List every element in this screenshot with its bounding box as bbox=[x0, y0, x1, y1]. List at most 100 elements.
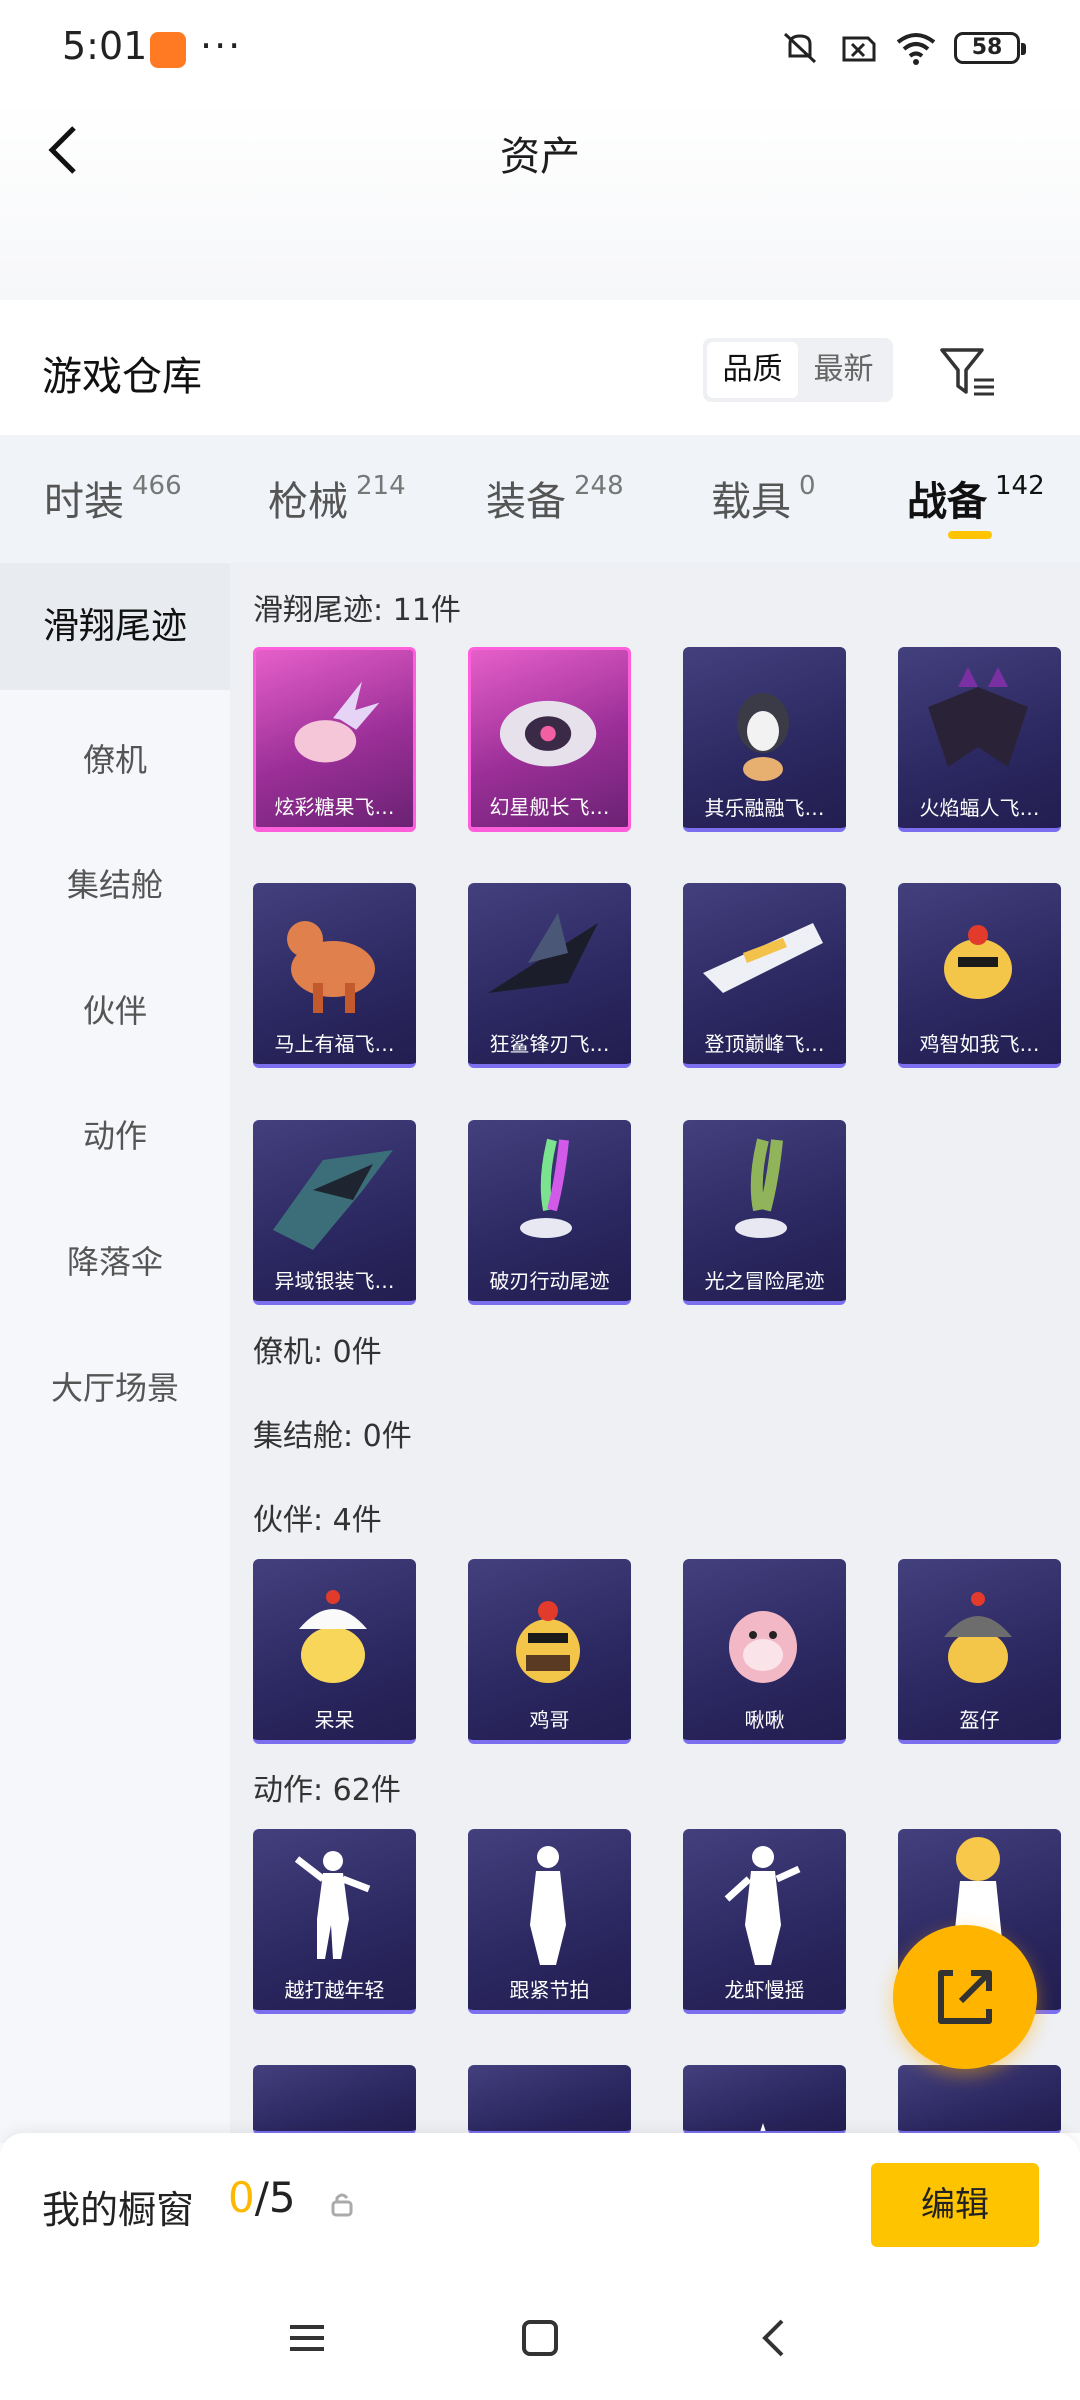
item-name: 鸡哥 bbox=[529, 1708, 570, 1732]
section-title-emote: 动作: 62件 bbox=[253, 1773, 401, 1808]
showcase-bar: 我的橱窗 0/5 编辑 bbox=[0, 2133, 1080, 2273]
showcase-current: 0 bbox=[228, 2173, 255, 2222]
sidebar-item-emote[interactable]: 动作 bbox=[0, 1111, 230, 1157]
status-icons: 58 bbox=[780, 30, 1026, 66]
item-card[interactable] bbox=[468, 2065, 631, 2133]
tab-label: 载具 bbox=[711, 479, 791, 525]
item-card[interactable]: 异域银装飞… bbox=[253, 1120, 416, 1305]
item-name: 炫彩糖果飞… bbox=[274, 795, 395, 819]
sidebar-item-partner[interactable]: 伙伴 bbox=[0, 986, 230, 1032]
emote-image bbox=[253, 2065, 416, 2133]
system-nav-bar bbox=[0, 2273, 1080, 2400]
item-name: 其乐融融飞… bbox=[704, 796, 825, 820]
item-name: 光之冒险尾迹 bbox=[704, 1269, 825, 1293]
item-name: 啾啾 bbox=[744, 1708, 785, 1732]
tab-label: 枪械 bbox=[268, 479, 348, 525]
item-name: 马上有福飞… bbox=[274, 1032, 395, 1056]
item-name: 幻星舰长飞… bbox=[489, 795, 610, 819]
menu-icon[interactable] bbox=[282, 2313, 332, 2363]
item-card[interactable]: 马上有福飞… bbox=[253, 883, 416, 1068]
mute-icon bbox=[783, 32, 817, 64]
tab-label: 装备 bbox=[486, 479, 566, 525]
beat-emote-image bbox=[530, 1846, 566, 1965]
more-notifications-icon: ··· bbox=[200, 24, 243, 68]
item-card[interactable]: 啾啾 bbox=[683, 1559, 846, 1744]
captain-glider-image bbox=[499, 700, 597, 767]
item-card[interactable]: 鸡智如我飞… bbox=[898, 883, 1061, 1068]
section-title-partner: 伙伴: 4件 bbox=[253, 1503, 382, 1538]
item-card[interactable]: 狂鲨锋刃飞… bbox=[468, 883, 631, 1068]
daidai-partner-image bbox=[299, 1590, 367, 1683]
tab-label: 战备 bbox=[907, 479, 987, 525]
home-icon[interactable] bbox=[515, 2313, 565, 2363]
item-card[interactable]: 跟紧节拍 bbox=[468, 1829, 631, 2014]
active-tab-indicator bbox=[948, 531, 992, 539]
app-notification-icon bbox=[150, 32, 186, 68]
tab-fashion[interactable]: 时装 466 bbox=[44, 469, 182, 527]
item-name: 鸡智如我飞… bbox=[919, 1032, 1040, 1056]
item-card[interactable]: 鸡哥 bbox=[468, 1559, 631, 1744]
chicken-glider-image bbox=[944, 925, 1012, 999]
item-card[interactable]: 盔仔 bbox=[898, 1559, 1061, 1744]
item-card[interactable]: 其乐融融飞… bbox=[683, 647, 846, 832]
section-title-wingman: 僚机: 0件 bbox=[253, 1335, 382, 1370]
section-title-glide: 滑翔尾迹: 11件 bbox=[253, 593, 461, 628]
warehouse-header: 游戏仓库 品质 最新 bbox=[0, 300, 1080, 435]
item-name: 跟紧节拍 bbox=[509, 1978, 590, 2002]
tab-count: 142 bbox=[995, 471, 1045, 501]
item-grid-area: 滑翔尾迹: 11件 炫彩糖果飞… 幻星舰长飞… 其乐融融飞… 火焰蝠人飞… 马上… bbox=[230, 563, 1080, 2133]
showcase-label: 我的橱窗 bbox=[42, 2188, 195, 2232]
bat-hero-glider-image bbox=[928, 667, 1028, 767]
item-card[interactable] bbox=[683, 2065, 846, 2133]
emote-image bbox=[898, 2065, 1061, 2133]
status-time: 5:01 bbox=[62, 24, 148, 68]
sort-newest-button[interactable]: 最新 bbox=[798, 342, 889, 398]
tab-equipment[interactable]: 装备 248 bbox=[486, 469, 624, 527]
emote-image bbox=[760, 2123, 766, 2131]
sidebar-item-wingman[interactable]: 僚机 bbox=[0, 735, 230, 781]
item-card[interactable]: 火焰蝠人飞… bbox=[898, 647, 1061, 832]
item-card[interactable]: 幻星舰长飞… bbox=[468, 647, 631, 832]
sidebar-item-parachute[interactable]: 降落伞 bbox=[0, 1237, 230, 1283]
jige-partner-image bbox=[516, 1601, 580, 1683]
share-icon[interactable] bbox=[893, 1925, 1037, 2069]
tab-count: 214 bbox=[356, 471, 406, 501]
item-name: 盔仔 bbox=[959, 1708, 1000, 1732]
item-card[interactable]: 破刃行动尾迹 bbox=[468, 1120, 631, 1305]
tab-label: 时装 bbox=[44, 479, 124, 525]
tab-count: 0 bbox=[799, 471, 816, 501]
item-card[interactable]: 登顶巅峰飞… bbox=[683, 883, 846, 1068]
section-title-pod: 集结舱: 0件 bbox=[253, 1419, 412, 1454]
category-tabs: 时装 466 枪械 214 装备 248 载具 0 战备 142 bbox=[0, 435, 1080, 563]
sort-quality-button[interactable]: 品质 bbox=[707, 342, 798, 398]
sidebar-item-pod[interactable]: 集结舱 bbox=[0, 860, 230, 906]
item-card[interactable]: 炫彩糖果飞… bbox=[253, 647, 416, 832]
blade-trail-image bbox=[520, 1138, 572, 1238]
sidebar-item-lobby[interactable]: 大厅场景 bbox=[0, 1363, 230, 1409]
lock-icon bbox=[331, 2193, 353, 2217]
item-card[interactable]: 光之冒险尾迹 bbox=[683, 1120, 846, 1305]
showcase-count: 0/5 bbox=[228, 2173, 296, 2222]
item-card[interactable]: 越打越年轻 bbox=[253, 1829, 416, 2014]
item-card[interactable] bbox=[253, 2065, 416, 2133]
tab-vehicles[interactable]: 载具 0 bbox=[711, 469, 816, 527]
tab-battle-gear[interactable]: 战备 142 bbox=[907, 469, 1045, 527]
sidebar-item-glide-trail[interactable]: 滑翔尾迹 bbox=[0, 563, 230, 690]
item-card[interactable]: 龙虾慢摇 bbox=[683, 1829, 846, 2014]
item-name: 登顶巅峰飞… bbox=[704, 1032, 825, 1056]
edit-button[interactable]: 编辑 bbox=[871, 2163, 1039, 2247]
jiujiu-partner-image bbox=[729, 1611, 797, 1683]
candy-glider-image bbox=[294, 681, 380, 763]
exotic-glider-image bbox=[273, 1150, 393, 1250]
item-card[interactable] bbox=[898, 2065, 1061, 2133]
item-name: 呆呆 bbox=[314, 1708, 355, 1732]
item-card[interactable]: 呆呆 bbox=[253, 1559, 416, 1744]
tab-weapons[interactable]: 枪械 214 bbox=[268, 469, 406, 527]
back-icon[interactable] bbox=[750, 2313, 800, 2363]
horse-glider-image bbox=[287, 921, 375, 1013]
no-sim-icon bbox=[842, 36, 876, 62]
status-bar: 5:01 ··· 58 bbox=[0, 0, 1080, 100]
filter-icon[interactable] bbox=[938, 344, 998, 400]
shark-glider-image bbox=[488, 913, 598, 993]
tab-count: 248 bbox=[574, 471, 624, 501]
